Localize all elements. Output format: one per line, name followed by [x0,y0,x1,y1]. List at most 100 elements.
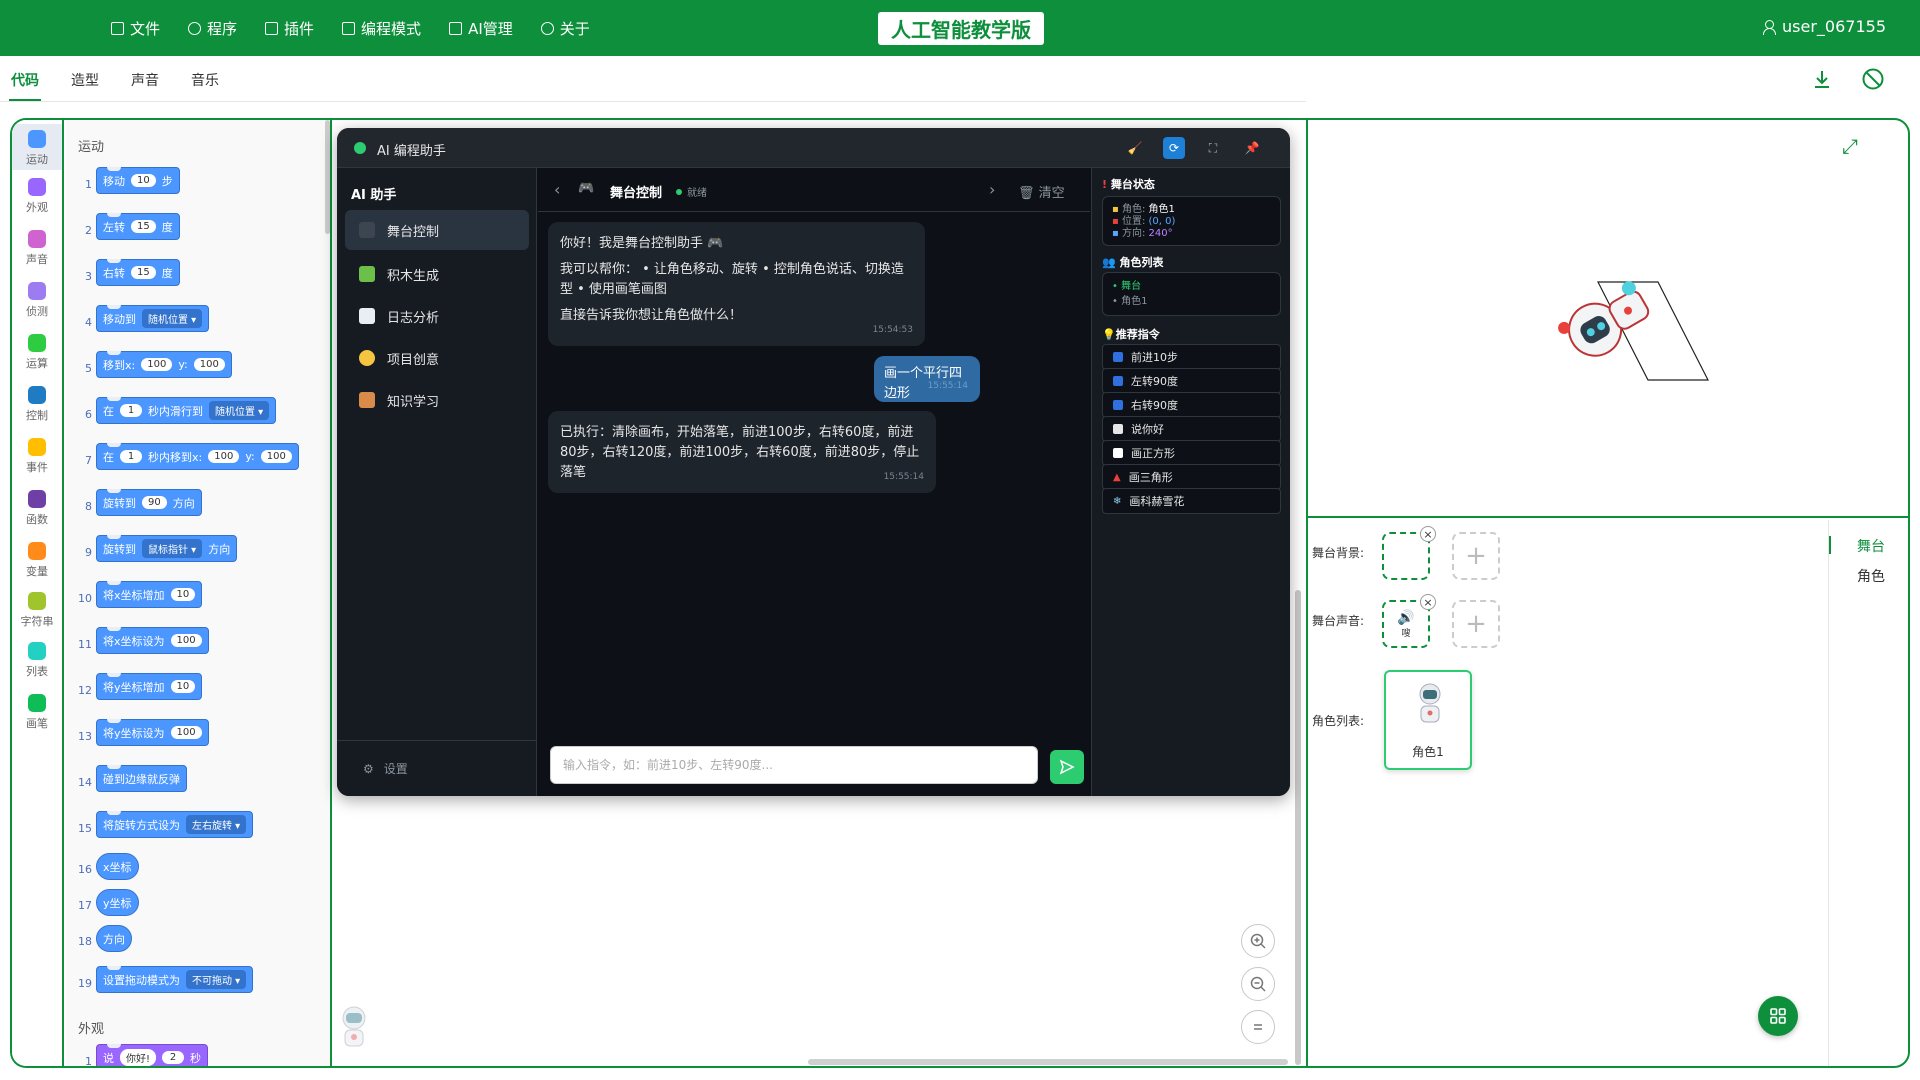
download-icon[interactable] [1809,66,1835,92]
command-forward-10[interactable]: 前进10步 [1102,344,1281,370]
block-go-to[interactable]: 移动到 随机位置 ▾ [96,305,210,332]
block-point-towards[interactable]: 旋转到 鼠标指针 ▾ 方向 [96,535,238,562]
close-icon[interactable]: × [1420,526,1436,542]
block-direction[interactable]: 方向 [96,925,132,952]
block-change-y[interactable]: 将y坐标增加 10 [96,673,203,700]
tab-code[interactable]: 代码 [9,70,41,101]
block-dropdown[interactable]: 随机位置 ▾ [142,309,203,328]
block-input[interactable]: 10 [131,174,156,187]
block-input[interactable]: 100 [193,358,225,371]
category-control[interactable]: 控制 [12,386,62,423]
category-variables[interactable]: 变量 [12,542,62,579]
block-y-position[interactable]: y坐标 [96,889,139,916]
block-set-x[interactable]: 将x坐标设为 100 [96,627,209,654]
block-input[interactable]: 10 [170,680,196,693]
chat-input[interactable]: 输入指令，如：前进10步、左转90度... [550,746,1038,784]
category-sensing[interactable]: 侦测 [12,282,62,319]
user-menu[interactable]: user_067155 [1763,17,1886,36]
block-input[interactable]: 100 [170,726,202,739]
block-go-to-xy[interactable]: 移到x: 100 y: 100 [96,351,232,378]
side-tab-stage[interactable]: 舞台 [1829,536,1908,556]
tab-sound[interactable]: 声音 [131,70,159,90]
category-pen[interactable]: 画笔 [12,694,62,731]
tab-music[interactable]: 音乐 [191,70,219,90]
block-input[interactable]: 100 [141,358,173,371]
block-turn-right[interactable]: 右转 15 度 [96,259,180,286]
block-input[interactable]: 15 [131,266,156,279]
pin-icon[interactable]: 📌 [1241,137,1263,159]
category-functions[interactable]: 函数 [12,490,62,527]
sidebar-item-log-analysis[interactable]: 日志分析 [345,296,529,336]
menu-ai-manage[interactable]: AI管理 [438,8,524,48]
block-input[interactable]: 100 [170,634,202,647]
command-draw-triangle[interactable]: ▲ 画三角形 [1102,464,1281,490]
category-lists[interactable]: 列表 [12,642,62,679]
block-input[interactable]: 2 [162,1051,185,1064]
ai-window-header[interactable]: AI 编程助手 🧹 ⟳ ⛶ 📌 [337,128,1290,168]
refresh-icon[interactable]: ⟳ [1163,137,1185,159]
command-draw-koch[interactable]: ❄ 画科赫雪花 [1102,488,1281,514]
sprite-card[interactable]: 角色1 [1384,670,1472,770]
tab-costume[interactable]: 造型 [71,70,99,90]
chevron-left-icon[interactable]: ‹ [554,180,560,199]
zoom-in-button[interactable] [1241,924,1275,958]
block-set-drag-mode[interactable]: 设置拖动模式为 不可拖动 ▾ [96,966,254,993]
category-sound[interactable]: 声音 [12,230,62,267]
block-say-for-secs[interactable]: 说你好! 2 秒 [96,1044,209,1066]
block-input[interactable]: 15 [131,220,156,233]
role-list-item[interactable]: • 舞台 [1112,279,1271,294]
block-input[interactable]: 10 [170,588,196,601]
block-input[interactable]: 1 [120,450,142,463]
close-icon[interactable]: × [1420,594,1436,610]
block-input[interactable]: 你好! [120,1049,157,1066]
block-set-rotation-style[interactable]: 将旋转方式设为 左右旋转 ▾ [96,811,254,838]
canvas-horizontal-scrollbar[interactable] [808,1059,1288,1065]
apps-fab-button[interactable] [1758,996,1798,1036]
block-change-x[interactable]: 将x坐标增加 10 [96,581,203,608]
fullscreen-icon[interactable]: ⛶ [1202,137,1224,159]
block-dropdown[interactable]: 随机位置 ▾ [209,401,270,420]
role-list-item[interactable]: • 角色1 [1112,294,1271,309]
sidebar-item-project-ideas[interactable]: 项目创意 [345,338,529,378]
block-input[interactable]: 100 [260,450,292,463]
category-motion[interactable]: 运动 [12,124,62,170]
sidebar-item-block-gen[interactable]: 积木生成 [345,254,529,294]
block-input[interactable]: 100 [208,450,240,463]
block-glide-to-xy[interactable]: 在 1 秒内移到x: 100 y: 100 [96,443,299,470]
menu-program[interactable]: 程序 [177,8,248,48]
block-input[interactable]: 90 [142,496,167,509]
broom-icon[interactable]: 🧹 [1124,137,1146,159]
zoom-reset-button[interactable] [1241,1010,1275,1044]
category-operators[interactable]: 运算 [12,334,62,371]
block-point-in-direction[interactable]: 旋转到 90 方向 [96,489,202,516]
block-bounce-on-edge[interactable]: 碰到边缘就反弹 [96,765,187,792]
sidebar-item-knowledge[interactable]: 知识学习 [345,380,529,420]
command-turn-right-90[interactable]: 右转90度 [1102,392,1281,418]
block-x-position[interactable]: x坐标 [96,853,139,880]
send-button[interactable] [1050,750,1084,784]
menu-about[interactable]: 关于 [530,8,601,48]
menu-coding-mode[interactable]: 编程模式 [331,8,432,48]
block-dropdown[interactable]: 左右旋转 ▾ [186,815,247,834]
stage-sound-slot[interactable]: 🔊 嗖 × [1382,594,1436,648]
category-strings[interactable]: 字符串 [12,592,62,629]
side-tab-role[interactable]: 角色 [1829,566,1908,586]
stage-background-slot[interactable]: × [1382,526,1436,580]
canvas-vertical-scrollbar[interactable] [1295,590,1301,1065]
add-background-button[interactable]: + [1452,532,1500,580]
command-turn-left-90[interactable]: 左转90度 [1102,368,1281,394]
menu-file[interactable]: 文件 [100,8,171,48]
palette-scrollbar[interactable] [325,120,330,234]
stage-canvas[interactable]: ⤢ [1308,120,1908,518]
block-glide-to[interactable]: 在 1 秒内滑行到 随机位置 ▾ [96,397,277,424]
block-dropdown[interactable]: 鼠标指针 ▾ [142,539,203,558]
zoom-out-button[interactable] [1241,967,1275,1001]
add-sound-button[interactable]: + [1452,600,1500,648]
clear-chat-button[interactable]: 🗑 清空 [1018,182,1065,201]
block-move-steps[interactable]: 移动 10 步 [96,167,180,194]
menu-plugin[interactable]: 插件 [254,8,325,48]
chevron-right-icon[interactable]: › [989,180,995,199]
ai-settings-button[interactable]: ⚙ 设置 [337,740,537,796]
block-dropdown[interactable]: 不可拖动 ▾ [186,970,247,989]
block-set-y[interactable]: 将y坐标设为 100 [96,719,209,746]
